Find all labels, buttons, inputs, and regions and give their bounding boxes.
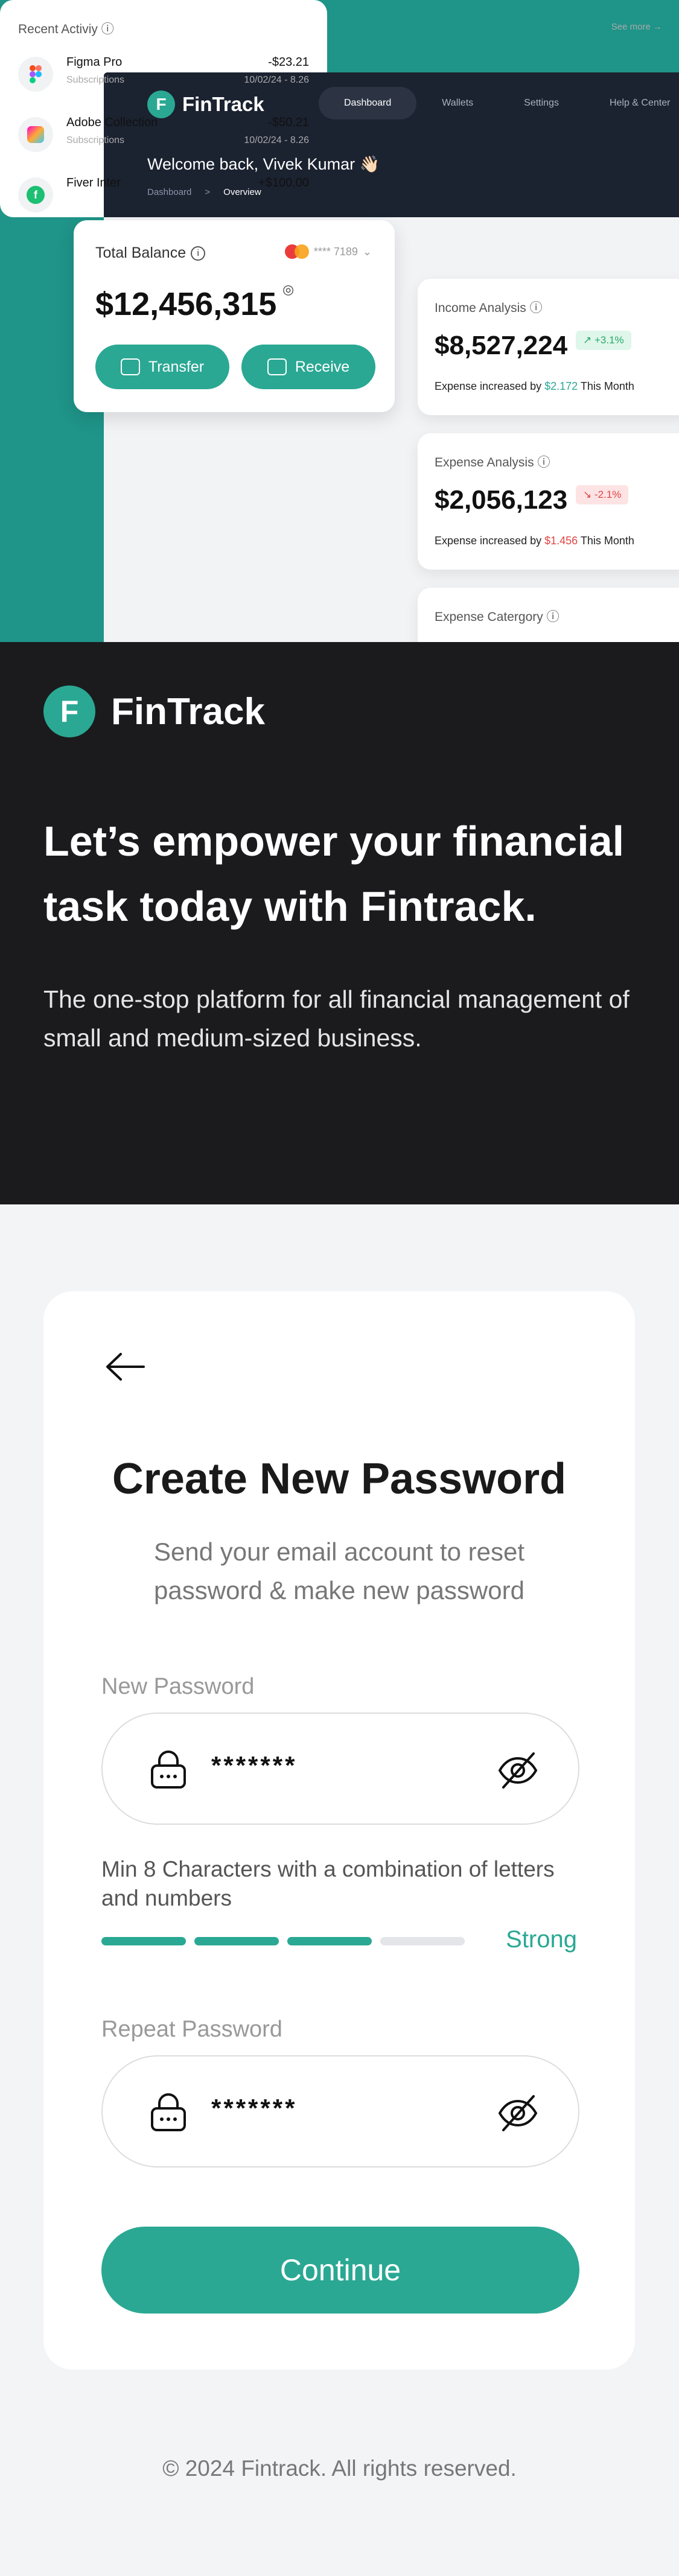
lock-icon — [151, 2093, 186, 2131]
nav-settings[interactable]: Settings — [499, 87, 584, 119]
expense-category-card: Expense Catergory ⓘ — [418, 588, 679, 642]
strength-label: Strong — [506, 1926, 577, 1953]
income-footer: Expense increased by $2.172 This Month — [435, 380, 634, 393]
expense-title: Expense Analysis ⓘ — [435, 456, 550, 469]
expense-foot-b: $1.456 — [544, 535, 578, 547]
strength-segment — [101, 1937, 186, 1945]
strength-segment — [194, 1937, 279, 1945]
fiverr-icon: f — [18, 177, 53, 212]
dashboard-nav: Dashboard Wallets Settings Help & Center — [319, 87, 679, 119]
expense-foot-a: Expense increased by — [435, 535, 542, 547]
intro-subtitle: The one-stop platform for all financial … — [43, 985, 630, 1052]
nav-wallets[interactable]: Wallets — [416, 87, 499, 119]
brand-name: FinTrack — [111, 690, 265, 733]
receive-label: Receive — [295, 358, 350, 375]
eye-icon[interactable]: ◎ — [282, 282, 294, 297]
password-hint: Min 8 Characters with a combination of l… — [101, 1857, 555, 1910]
list-item[interactable]: Adobe Collection Subscriptions -$50.21 1… — [18, 112, 309, 161]
receive-icon — [267, 358, 287, 375]
new-password-value: ******* — [211, 1751, 298, 1779]
income-title: Income Analysis ⓘ — [435, 301, 543, 315]
eye-off-icon[interactable] — [496, 1749, 540, 1792]
expense-analysis-card: Expense Analysis ⓘ $2,056,123 ↘ -2.1% Ex… — [418, 433, 679, 570]
nav-help[interactable]: Help & Center — [584, 87, 679, 119]
transfer-icon — [120, 358, 140, 375]
item-name: Figma Pro — [66, 56, 123, 69]
strength-segment — [380, 1937, 465, 1945]
receive-button[interactable]: Receive — [241, 345, 375, 389]
info-icon: i — [191, 246, 206, 261]
list-item[interactable]: f Fiver Inter +$100.00 — [18, 173, 309, 221]
item-sub: Subscriptions — [66, 75, 125, 85]
income-title-text: Income Analysis — [435, 301, 526, 315]
item-date: 10/02/24 - 8.26 — [244, 135, 309, 145]
item-sub: Subscriptions — [66, 135, 125, 145]
income-foot-a: Expense increased by — [435, 380, 542, 392]
adobe-icon — [18, 117, 53, 152]
category-title-text: Expense Catergory — [435, 610, 543, 624]
balance-label: Total Balance i — [95, 244, 206, 262]
card-mask: **** 7189 — [313, 245, 358, 258]
expense-badge: ↘ -2.1% — [576, 485, 629, 504]
item-name: Adobe Collection — [66, 116, 158, 129]
chevron-down-icon: ⌄ — [362, 245, 372, 258]
transfer-button[interactable]: Transfer — [95, 345, 229, 389]
income-foot-b: $2.172 — [544, 380, 578, 392]
expense-foot-c: This Month — [580, 535, 634, 547]
strength-segment — [287, 1937, 372, 1945]
expense-footer: Expense increased by $1.456 This Month — [435, 535, 634, 547]
income-analysis-card: Income Analysis ⓘ $8,527,224 ↗ +3.1% Exp… — [418, 279, 679, 415]
income-foot-c: This Month — [580, 380, 634, 392]
repeat-password-value: ******* — [211, 2094, 298, 2122]
copyright: © 2024 Fintrack. All rights reserved. — [162, 2456, 517, 2481]
eye-off-icon[interactable] — [496, 2091, 540, 2135]
expense-amount: $2,056,123 — [435, 485, 568, 515]
see-more-link[interactable]: See more → — [611, 22, 662, 32]
card-selector[interactable]: **** 7189 ⌄ — [284, 244, 372, 259]
recent-title-text: Recent Activiy — [18, 22, 98, 36]
continue-button[interactable]: Continue — [101, 2227, 579, 2314]
list-item[interactable]: Figma Pro Subscriptions -$23.21 10/02/24… — [18, 52, 309, 100]
password-form-card: Create New Password Send your email acco… — [43, 1291, 635, 2370]
headline: Let’s empower your financial task today … — [43, 818, 625, 930]
recent-title: Recent Activiy ⓘ — [18, 22, 114, 36]
form-subtitle: Send your email account to reset passwor… — [153, 1538, 524, 1604]
intro-section: F FinTrack Let’s empower your financial … — [0, 642, 679, 1204]
item-value: +$100.00 — [258, 176, 309, 189]
income-badge: ↗ +3.1% — [576, 331, 631, 350]
figma-icon — [18, 57, 53, 92]
transfer-label: Transfer — [148, 358, 205, 375]
item-value: -$50.21 — [268, 116, 309, 129]
hero-preview: F FinTrack Dashboard Wallets Settings He… — [0, 0, 679, 642]
repeat-password-label: Repeat Password — [101, 2017, 282, 2042]
lock-icon — [151, 1751, 186, 1789]
strength-meter — [101, 1937, 465, 1945]
repeat-password-field[interactable]: ******* — [101, 2055, 579, 2167]
mastercard-icon — [284, 244, 309, 259]
nav-dashboard[interactable]: Dashboard — [319, 87, 417, 119]
intro-logo: F FinTrack — [43, 685, 265, 737]
category-title: Expense Catergory ⓘ — [435, 610, 559, 624]
new-password-field[interactable]: ******* — [101, 1713, 579, 1825]
expense-title-text: Expense Analysis — [435, 456, 534, 469]
form-title: Create New Password — [112, 1455, 567, 1503]
balance-label-text: Total Balance — [95, 244, 186, 261]
back-arrow-icon[interactable] — [104, 1352, 146, 1382]
new-password-label: New Password — [101, 1674, 255, 1699]
item-name: Fiver Inter — [66, 176, 121, 189]
item-date: 10/02/24 - 8.26 — [244, 75, 309, 85]
balance-amount: $12,456,315 — [95, 286, 277, 322]
logo-mark: F — [43, 685, 95, 737]
item-value: -$23.21 — [268, 56, 309, 69]
income-amount: $8,527,224 — [435, 331, 568, 360]
total-balance-card: Total Balance i **** 7189 ⌄ $12,456,315 ◎ … — [74, 220, 395, 412]
